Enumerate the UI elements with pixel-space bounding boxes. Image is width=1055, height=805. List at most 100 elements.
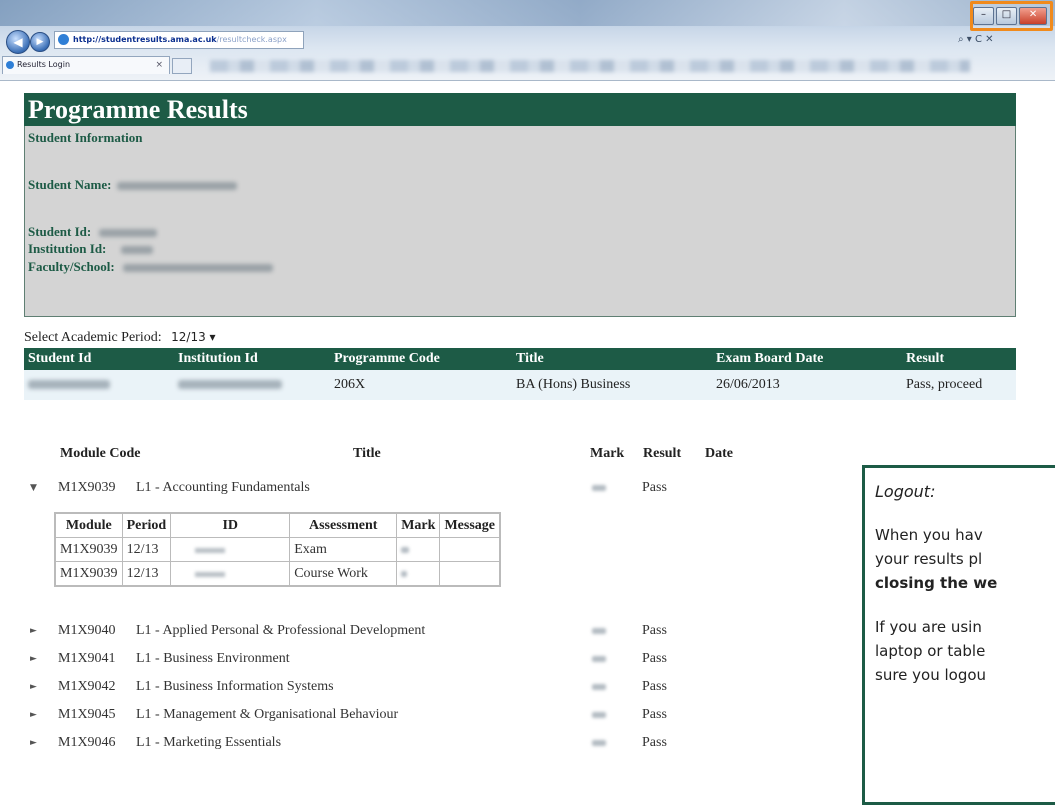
module-title: L1 - Marketing Essentials: [136, 735, 282, 750]
module-code: M1X9040: [58, 623, 116, 638]
window-title-bar: [0, 0, 1055, 26]
table-row: 206X BA (Hons) Business 26/06/2013 Pass,…: [24, 370, 1016, 400]
page-title: Programme Results: [24, 93, 1016, 126]
institution-id-cell: [164, 370, 330, 400]
tab-strip: Results Login ×: [0, 54, 1055, 76]
callout-line: laptop or table: [875, 642, 986, 660]
module-title: L1 - Business Environment: [136, 651, 290, 666]
module-code: M1X9046: [58, 735, 116, 750]
id-cell: [170, 561, 291, 587]
collapse-arrow-icon[interactable]: ►: [30, 617, 37, 645]
module-result: Pass: [642, 707, 667, 722]
module-cell: M1X9039: [54, 561, 123, 587]
table-row: M1X9039 12/13 Course Work: [54, 561, 501, 587]
callout-line: your results pl: [875, 550, 983, 568]
tab-results-login[interactable]: Results Login ×: [2, 56, 170, 74]
institution-id-redacted: [178, 380, 282, 390]
institution-id-redacted: [121, 246, 153, 254]
module-result: Pass: [642, 623, 667, 638]
col-title: Title: [512, 348, 712, 370]
title-cell: BA (Hons) Business: [512, 370, 712, 400]
callout-heading: Logout:: [875, 482, 936, 501]
favorites-bar-blurred: [210, 60, 970, 72]
collapse-arrow-icon[interactable]: ►: [30, 701, 37, 729]
period-value: 12/13: [171, 330, 206, 344]
module-title-header: Title: [353, 446, 381, 461]
new-tab-button[interactable]: [172, 58, 192, 74]
forward-arrow-icon[interactable]: ▶: [30, 32, 50, 52]
module-mark-redacted: [592, 701, 606, 729]
col-result: Result: [902, 348, 1016, 370]
col-institution-id: Institution Id: [164, 348, 330, 370]
module-code-header: Module Code: [60, 446, 141, 461]
module-cell: M1X9039: [54, 537, 123, 562]
id-redacted: [195, 571, 226, 577]
expand-arrow-icon[interactable]: ▼: [30, 474, 37, 502]
tab-title: Results Login: [17, 60, 71, 69]
mark-cell: [396, 537, 441, 562]
callout-line-bold: closing the we: [875, 574, 998, 592]
id-redacted: [195, 547, 226, 553]
address-bar[interactable]: http://studentresults.ama.ac.uk/resultch…: [54, 31, 304, 49]
student-info-box: Student Information Student Name: Studen…: [24, 126, 1016, 317]
assessment-cell: Exam: [289, 537, 398, 562]
results-panel: Programme Results Student Information St…: [24, 93, 1016, 317]
col-message: Message: [439, 512, 501, 538]
faculty-redacted: [123, 264, 273, 272]
module-row-expanded[interactable]: ▼ M1X9039 L1 - Accounting Fundamentals P…: [30, 474, 690, 502]
browser-chrome: – □ ✕ ◀ ▶ http://studentresults.ama.ac.u…: [0, 0, 1055, 81]
tab-close-icon[interactable]: ×: [155, 57, 163, 73]
collapse-arrow-icon[interactable]: ►: [30, 645, 37, 673]
maximize-button[interactable]: □: [996, 7, 1018, 25]
module-mark-redacted: [592, 474, 606, 502]
module-row[interactable]: ► M1X9045 L1 - Management & Organisation…: [30, 701, 690, 729]
period-cell: 12/13: [121, 537, 172, 562]
navigation-bar: ◀ ▶ http://studentresults.ama.ac.uk/resu…: [0, 28, 1055, 54]
module-result: Pass: [642, 679, 667, 694]
mark-cell: [396, 561, 441, 587]
student-name-label: Student Name:: [28, 177, 112, 192]
message-cell: [439, 537, 501, 562]
col-exam-board-date: Exam Board Date: [712, 348, 902, 370]
module-row[interactable]: ► M1X9040 L1 - Applied Personal & Profes…: [30, 617, 690, 645]
student-id-cell: [24, 370, 164, 400]
module-title: L1 - Management & Organisational Behavio…: [136, 707, 399, 722]
module-mark-redacted: [592, 617, 606, 645]
module-code: M1X9042: [58, 679, 116, 694]
module-date-header: Date: [705, 446, 733, 461]
module-result: Pass: [642, 651, 667, 666]
ie-page-icon: [58, 34, 69, 45]
callout-line: When you hav: [875, 526, 983, 544]
id-cell: [170, 537, 291, 562]
period-cell: 12/13: [121, 561, 172, 587]
result-cell: Pass, proceed: [902, 370, 1016, 400]
callout-line: sure you logou: [875, 666, 987, 684]
programme-code-cell: 206X: [330, 370, 512, 400]
url-path: /resultcheck.aspx: [216, 35, 287, 44]
collapse-arrow-icon[interactable]: ►: [30, 673, 37, 701]
minimize-button[interactable]: –: [972, 7, 995, 25]
module-row[interactable]: ► M1X9041 L1 - Business Environment Pass: [30, 645, 690, 673]
module-mark-redacted: [592, 645, 606, 673]
close-window-button[interactable]: ✕: [1019, 7, 1047, 25]
back-arrow-icon[interactable]: ◀: [6, 30, 30, 54]
col-programme-code: Programme Code: [330, 348, 512, 370]
address-bar-controls[interactable]: ⌕ ▾ C ✕: [958, 31, 1018, 49]
student-info-heading: Student Information: [28, 130, 143, 145]
faculty-label: Faculty/School:: [28, 259, 115, 274]
collapse-arrow-icon[interactable]: ►: [30, 729, 37, 757]
col-module: Module: [54, 512, 123, 538]
module-row[interactable]: ► M1X9046 L1 - Marketing Essentials Pass: [30, 729, 690, 757]
table-row: M1X9039 12/13 Exam: [54, 537, 501, 562]
module-row[interactable]: ► M1X9042 L1 - Business Information Syst…: [30, 673, 690, 701]
exam-board-date-cell: 26/06/2013: [712, 370, 902, 400]
callout-line: If you are usin: [875, 618, 982, 636]
module-mark-redacted: [592, 673, 606, 701]
period-dropdown[interactable]: 12/13 ▾: [171, 330, 215, 344]
programme-table: Student Id Institution Id Programme Code…: [24, 348, 1016, 400]
module-title: L1 - Applied Personal & Professional Dev…: [136, 623, 426, 638]
module-mark-header: Mark: [590, 446, 625, 461]
chevron-down-icon: ▾: [209, 330, 216, 344]
ie-tab-icon: [6, 61, 14, 69]
module-mark-redacted: [592, 729, 606, 757]
